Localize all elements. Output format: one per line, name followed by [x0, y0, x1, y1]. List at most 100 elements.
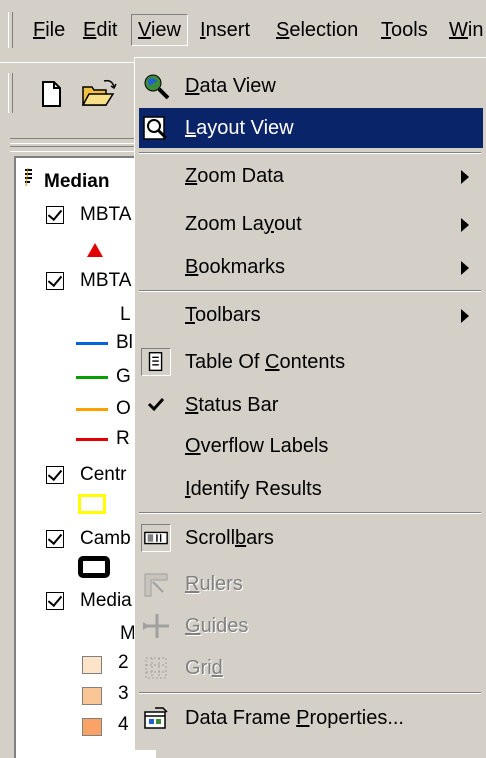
- new-document-icon: [42, 81, 61, 107]
- menu-separator: [139, 692, 481, 694]
- blue-line-symbol: [76, 342, 108, 345]
- menu-item-label: Zoom Layout: [185, 213, 302, 235]
- layer-name[interactable]: MBTA: [80, 204, 131, 226]
- menu-item-zoom-layout[interactable]: Zoom Layout: [139, 204, 483, 244]
- menu-window-rest: in: [467, 19, 484, 41]
- legend-label: 2: [118, 652, 129, 673]
- menu-item-status-bar[interactable]: Status Bar: [139, 385, 483, 425]
- menu-window[interactable]: Win: [443, 15, 486, 45]
- red-triangle-symbol: [87, 243, 103, 257]
- menu-item-label: Overflow Labels: [185, 435, 329, 457]
- menu-edit-mnemonic: E: [83, 19, 97, 41]
- submenu-arrow-icon: [461, 309, 469, 323]
- menu-separator: [139, 290, 481, 292]
- menu-item-label: Table Of Contents: [185, 351, 346, 373]
- menu-tools[interactable]: Tools: [375, 15, 434, 45]
- menu-item-grid[interactable]: Grid: [139, 648, 483, 688]
- open-button[interactable]: [80, 77, 117, 111]
- menu-item-label: Bookmarks: [185, 256, 286, 278]
- layer-visibility-checkbox[interactable]: [46, 592, 64, 610]
- color-swatch: [82, 718, 102, 736]
- menu-item-label: Grid: [185, 657, 223, 679]
- color-swatch: [82, 687, 102, 705]
- menu-item-label: Identify Results: [185, 478, 322, 500]
- legend-label: R: [116, 428, 130, 449]
- layer-visibility-checkbox[interactable]: [46, 466, 64, 484]
- legend-label: Bl: [116, 332, 133, 353]
- submenu-arrow-icon: [461, 170, 469, 184]
- menu-file[interactable]: File: [27, 15, 71, 45]
- layout-view-icon: [143, 116, 168, 140]
- menu-item-guides[interactable]: Guides: [139, 606, 483, 646]
- legend-label: 4: [118, 714, 129, 735]
- menubar-grip[interactable]: [8, 12, 13, 48]
- open-folder-icon: [81, 79, 117, 106]
- menu-selection-mnemonic: S: [276, 19, 290, 41]
- toc-titlebar-line-2: [10, 146, 140, 152]
- menu-edit-rest: dit: [96, 19, 118, 41]
- menu-item-label: Layout View: [185, 117, 294, 139]
- menu-item-data-view[interactable]: Data View: [139, 66, 483, 106]
- menu-separator: [139, 152, 481, 154]
- menu-view-rest: iew: [150, 19, 181, 41]
- menu-selection-rest: election: [289, 19, 359, 41]
- layer-visibility-checkbox[interactable]: [46, 272, 64, 290]
- data-view-icon: [144, 74, 170, 100]
- menu-bar: File Edit View Insert Selection Tools Wi…: [0, 0, 486, 58]
- layer-name[interactable]: MBTA: [80, 270, 131, 292]
- menu-item-label: Guides: [185, 615, 249, 637]
- menu-item-toolbars[interactable]: Toolbars: [139, 295, 483, 335]
- table-of-contents-icon: [141, 348, 171, 376]
- menu-separator: [139, 512, 481, 514]
- menu-view[interactable]: View: [131, 14, 188, 46]
- layer-name[interactable]: Camb: [80, 528, 131, 550]
- menu-item-label: Data Frame Properties...: [185, 707, 404, 729]
- menu-item-label: Status Bar: [185, 394, 279, 416]
- menu-item-label: Zoom Data: [185, 165, 284, 187]
- data-frame-properties-icon: [144, 707, 168, 729]
- menu-insert-rest: nsert: [205, 19, 251, 41]
- menu-item-data-frame-properties[interactable]: Data Frame Properties...: [139, 698, 483, 738]
- menu-item-bookmarks[interactable]: Bookmarks: [139, 247, 483, 287]
- red-line-symbol: [76, 438, 108, 441]
- layer-name[interactable]: Media: [80, 590, 132, 612]
- menu-item-identify-results[interactable]: Identify Results: [139, 469, 483, 509]
- menu-file-rest: ile: [45, 19, 66, 41]
- menu-insert[interactable]: Insert: [194, 15, 256, 45]
- data-frame-icon: [25, 168, 32, 187]
- menu-item-label: Data View: [185, 75, 276, 97]
- submenu-arrow-icon: [461, 261, 469, 275]
- menu-item-scrollbars[interactable]: Scrollbars: [139, 518, 483, 558]
- legend-label: L: [120, 304, 131, 325]
- legend-label: O: [116, 398, 131, 419]
- guides-icon: [143, 614, 169, 638]
- rulers-icon: [144, 573, 168, 597]
- menu-item-layout-view[interactable]: Layout View: [139, 108, 483, 148]
- view-menu-dropdown: Data View Layout View Zoom Data Zoom Lay…: [134, 57, 486, 750]
- layer-name[interactable]: Centr: [80, 464, 126, 486]
- menu-item-rulers[interactable]: Rulers: [139, 564, 483, 604]
- menu-item-label: Rulers: [185, 573, 243, 595]
- menu-edit[interactable]: Edit: [77, 15, 123, 45]
- menu-selection[interactable]: Selection: [270, 15, 364, 45]
- menu-tools-mnemonic: T: [381, 19, 391, 41]
- scrollbars-icon: [141, 524, 171, 552]
- data-frame-title: Median: [44, 171, 110, 192]
- menu-item-zoom-data[interactable]: Zoom Data: [139, 156, 483, 196]
- menu-item-table-of-contents[interactable]: Table Of Contents: [139, 342, 483, 382]
- yellow-polygon-symbol: [78, 494, 106, 514]
- menu-window-mnemonic: W: [449, 19, 468, 41]
- menu-tools-rest: ools: [391, 19, 428, 41]
- grid-icon: [145, 657, 167, 679]
- layer-visibility-checkbox[interactable]: [46, 530, 64, 548]
- toc-titlebar-line: [10, 138, 140, 144]
- orange-line-symbol: [76, 408, 108, 411]
- menu-item-label: Scrollbars: [185, 527, 274, 549]
- green-line-symbol: [76, 376, 108, 379]
- menu-item-overflow-labels[interactable]: Overflow Labels: [139, 426, 483, 466]
- menu-file-mnemonic: F: [33, 19, 46, 41]
- new-document-button[interactable]: [34, 77, 68, 111]
- layer-visibility-checkbox[interactable]: [46, 206, 64, 224]
- submenu-arrow-icon: [461, 218, 469, 232]
- toolbar-grip[interactable]: [8, 73, 13, 113]
